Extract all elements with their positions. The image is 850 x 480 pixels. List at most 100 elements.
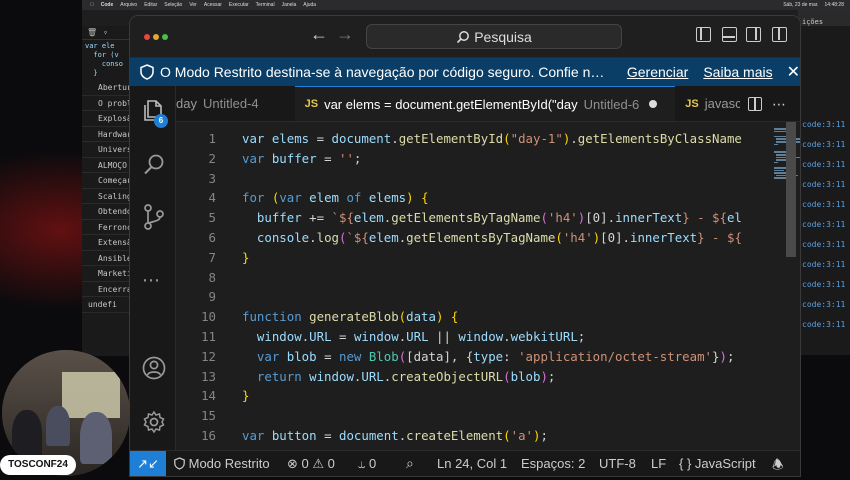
list-item[interactable]: Explosã: [82, 111, 133, 127]
unsaved-dot-icon[interactable]: [649, 100, 658, 108]
more-actions-icon[interactable]: ⋯: [772, 96, 786, 113]
source-link[interactable]: code:3:11: [802, 260, 845, 269]
code-line[interactable]: 9: [176, 287, 800, 307]
code-line[interactable]: 10 function generateBlob(data) {: [176, 307, 800, 327]
list-item[interactable]: Encerra: [82, 282, 133, 297]
toggle-panel-icon[interactable]: [722, 27, 737, 42]
list-item[interactable]: Hardwar: [82, 127, 133, 142]
source-link[interactable]: code:3:11: [802, 280, 845, 289]
list-item[interactable]: Ansible: [82, 251, 133, 266]
problems-status[interactable]: ⊗ 0 ⚠ 0: [287, 456, 335, 472]
source-link[interactable]: code:3:11: [802, 120, 845, 129]
source-link[interactable]: code:3:11: [802, 140, 845, 149]
code-line[interactable]: 6 console.log(`${elem.getElementsByTagNa…: [176, 228, 800, 248]
menu-item[interactable]: Janela: [282, 2, 297, 8]
encoding-status[interactable]: UTF-8: [599, 456, 636, 471]
list-item[interactable]: Extensã: [82, 235, 133, 251]
cursor-position[interactable]: Ln 24, Col 1: [437, 456, 507, 471]
remote-indicator-icon[interactable]: ↗↙: [130, 451, 166, 476]
editor-scrollbar[interactable]: [786, 122, 796, 257]
line-number: 13: [201, 368, 216, 384]
source-control-icon[interactable]: [142, 204, 166, 230]
source-link[interactable]: code:3:11: [802, 160, 845, 169]
code-line[interactable]: 12 var blob = new Blob([data], {type: 'a…: [176, 347, 800, 367]
back-arrow-icon[interactable]: ←: [310, 24, 328, 45]
code-line[interactable]: 14}: [176, 386, 800, 406]
maximize-window-button[interactable]: [162, 34, 168, 40]
code-line[interactable]: 3: [176, 169, 800, 189]
code-line[interactable]: 2 var buffer = '';: [176, 149, 800, 169]
menubar-time[interactable]: 14:48:28: [825, 2, 844, 8]
source-link[interactable]: code:3:11: [802, 180, 845, 189]
code-line[interactable]: 15: [176, 406, 800, 426]
menu-item[interactable]: Acessar: [204, 2, 222, 8]
close-window-button[interactable]: [144, 34, 150, 40]
menu-item[interactable]: Executar: [229, 2, 249, 8]
tab-label: day: [176, 96, 197, 111]
source-link[interactable]: code:3:11: [802, 220, 845, 229]
settings-gear-icon[interactable]: [142, 410, 166, 434]
code-line[interactable]: 13 return window.URL.createObjectURL(blo…: [176, 367, 800, 387]
code-line[interactable]: 5 buffer += `${elem.getElementsByTagName…: [176, 208, 800, 228]
source-link[interactable]: code:3:11: [802, 240, 845, 249]
toggle-secondary-sidebar-icon[interactable]: [746, 27, 761, 42]
menu-item[interactable]: Terminal: [256, 2, 275, 8]
filter-icon[interactable]: ▿: [103, 28, 108, 37]
code-line[interactable]: 7}: [176, 248, 800, 268]
customize-layout-icon[interactable]: [772, 27, 787, 42]
list-item[interactable]: Ferronc: [82, 220, 133, 235]
zoom-icon[interactable]: ⌕: [406, 455, 414, 472]
conference-label: TOSCONF24: [0, 455, 76, 475]
more-views-icon[interactable]: ⋯: [142, 270, 160, 291]
menu-item[interactable]: Editar: [144, 2, 157, 8]
eol-status[interactable]: LF: [651, 456, 666, 471]
forward-arrow-icon[interactable]: →: [336, 24, 354, 45]
split-editor-icon[interactable]: [748, 97, 762, 111]
search-icon: [457, 30, 470, 43]
menu-item[interactable]: Ver: [189, 2, 197, 8]
list-item[interactable]: Scaling: [82, 189, 133, 204]
manage-link[interactable]: Gerenciar: [627, 64, 688, 80]
code-line[interactable]: 11 window.URL = window.URL || window.web…: [176, 327, 800, 347]
list-item[interactable]: Começar: [82, 173, 133, 189]
search-icon[interactable]: [142, 152, 166, 176]
trash-icon[interactable]: 🗑: [87, 28, 97, 37]
minimize-window-button[interactable]: [153, 34, 159, 40]
close-icon[interactable]: ✕: [787, 62, 800, 82]
restricted-mode-status[interactable]: Modo Restrito: [174, 456, 270, 471]
tab-description: Untitled-4: [202, 96, 259, 111]
list-item[interactable]: Abertur: [82, 80, 133, 96]
list-item[interactable]: Obtendo: [82, 204, 133, 220]
learn-more-link[interactable]: Saiba mais: [703, 64, 772, 80]
menu-item[interactable]: Arquivo: [120, 2, 137, 8]
list-item[interactable]: Univers: [82, 142, 133, 158]
list-item[interactable]: O probl: [82, 96, 133, 111]
list-item[interactable]: ALMOÇO: [82, 158, 133, 173]
console-snippet: var ele for (v conso }: [85, 42, 123, 77]
list-item[interactable]: Marketi: [82, 266, 133, 282]
command-center-search[interactable]: Pesquisa: [366, 24, 622, 49]
ports-status[interactable]: ⥿ 0: [358, 456, 376, 472]
language-status[interactable]: { } JavaScript: [679, 456, 756, 471]
menu-item[interactable]: Seleção: [164, 2, 182, 8]
indentation-status[interactable]: Espaços: 2: [521, 456, 585, 471]
code-line[interactable]: 8: [176, 268, 800, 288]
line-number: 2: [208, 150, 216, 166]
notifications-bell-icon[interactable]: 🕭: [772, 456, 784, 476]
code-line[interactable]: 16 var button = document.createElement('a…: [176, 426, 800, 446]
code-line[interactable]: 4 for (var elem of elems) {: [176, 188, 800, 208]
source-link[interactable]: code:3:11: [802, 320, 845, 329]
source-link[interactable]: code:3:11: [802, 200, 845, 209]
apple-icon[interactable]: : [90, 2, 94, 8]
source-link[interactable]: code:3:11: [802, 300, 845, 309]
tab-untitled-4[interactable]: day Untitled-4: [176, 86, 295, 121]
mac-menubar:  Code Arquivo Editar Seleção Ver Acessa…: [82, 0, 850, 10]
toggle-primary-sidebar-icon[interactable]: [696, 27, 711, 42]
menu-item[interactable]: Code: [101, 2, 114, 8]
account-icon[interactable]: [142, 356, 166, 380]
menu-item[interactable]: Ajuda: [303, 2, 316, 8]
code-editor[interactable]: 1 var elems = document.getElementById("da…: [176, 122, 800, 450]
code-line[interactable]: 1 var elems = document.getElementById("da…: [176, 129, 800, 149]
tab-untitled-6[interactable]: JS var elems = document.getElementById("…: [294, 86, 676, 121]
menubar-date[interactable]: Sáb, 23 de mar.: [783, 2, 818, 8]
